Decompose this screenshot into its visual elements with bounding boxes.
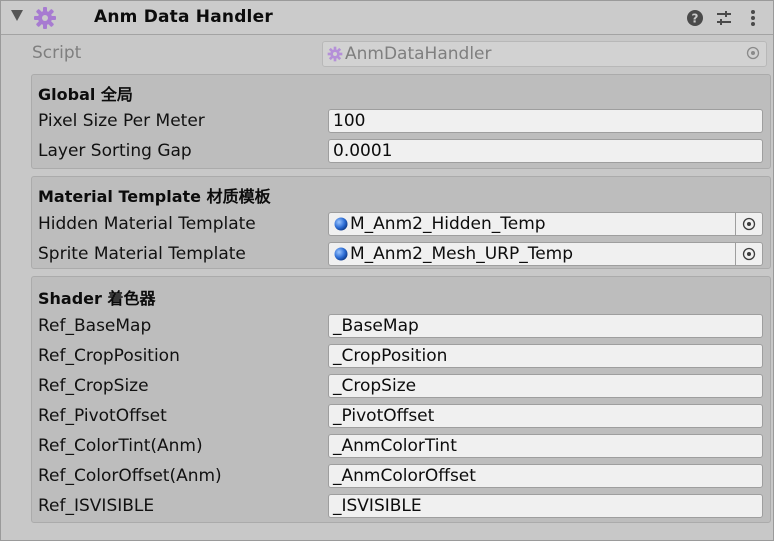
gear-icon — [34, 7, 56, 29]
script-gear-icon — [327, 46, 343, 62]
group-title-global: Global 全局 — [38, 85, 133, 104]
label-ref-cropsize: Ref_CropSize — [38, 376, 149, 396]
script-value: AnmDataHandler — [345, 44, 492, 64]
svg-text:?: ? — [692, 12, 699, 26]
label-sprite-material-template: Sprite Material Template — [38, 244, 246, 264]
label-ref-pivotoffset: Ref_PivotOffset — [38, 406, 167, 426]
group-global: Global 全局 Pixel Size Per Meter 100 Layer… — [31, 74, 771, 169]
ref-colortint-value: _AnmColorTint — [333, 436, 457, 456]
ref-pivotoffset-value: _PivotOffset — [333, 406, 435, 426]
hidden-material-picker[interactable] — [735, 213, 762, 235]
ref-coloroffset-value: _AnmColorOffset — [333, 466, 476, 486]
ref-cropposition-value: _CropPosition — [333, 346, 448, 366]
layer-sorting-gap-value: 0.0001 — [333, 141, 393, 161]
ref-colortint-field[interactable]: _AnmColorTint — [328, 434, 763, 458]
object-picker-icon — [742, 217, 756, 231]
ref-coloroffset-field[interactable]: _AnmColorOffset — [328, 464, 763, 488]
material-sphere-icon — [334, 217, 348, 231]
help-icon[interactable]: ? — [685, 8, 705, 28]
group-title-shader: Shader 着色器 — [38, 289, 156, 308]
ref-basemap-value: _BaseMap — [333, 316, 419, 336]
inspector-component: Anm Data Handler ? Script AnmDataHandler… — [0, 0, 774, 541]
hidden-material-template-value: M_Anm2_Hidden_Temp — [350, 214, 546, 234]
label-layer-sorting-gap: Layer Sorting Gap — [38, 141, 192, 161]
label-pixel-size-per-meter: Pixel Size Per Meter — [38, 111, 205, 131]
object-picker-icon — [746, 46, 760, 60]
ref-isvisible-value: _ISVISIBLE — [333, 496, 422, 516]
group-title-material: Material Template 材质模板 — [38, 187, 271, 206]
object-picker-icon — [742, 247, 756, 261]
script-label: Script — [32, 43, 82, 63]
layer-sorting-gap-field[interactable]: 0.0001 — [328, 139, 763, 163]
ref-cropposition-field[interactable]: _CropPosition — [328, 344, 763, 368]
hidden-material-template-field[interactable]: M_Anm2_Hidden_Temp — [328, 212, 763, 236]
group-shader: Shader 着色器 Ref_BaseMap _BaseMap Ref_Crop… — [31, 276, 771, 523]
label-ref-basemap: Ref_BaseMap — [38, 316, 152, 336]
label-ref-colortint: Ref_ColorTint(Anm) — [38, 436, 203, 456]
script-picker[interactable] — [740, 42, 766, 66]
ref-cropsize-field[interactable]: _CropSize — [328, 374, 763, 398]
ref-cropsize-value: _CropSize — [333, 376, 417, 396]
script-field[interactable]: AnmDataHandler — [322, 41, 767, 67]
sprite-material-picker[interactable] — [735, 243, 762, 265]
label-ref-coloroffset: Ref_ColorOffset(Anm) — [38, 466, 222, 486]
label-ref-isvisible: Ref_ISVISIBLE — [38, 496, 155, 516]
component-title: Anm Data Handler — [94, 7, 273, 27]
ref-pivotoffset-field[interactable]: _PivotOffset — [328, 404, 763, 428]
kebab-menu-icon[interactable] — [743, 8, 763, 28]
ref-basemap-field[interactable]: _BaseMap — [328, 314, 763, 338]
foldout-arrow-icon[interactable] — [11, 10, 23, 21]
sprite-material-template-value: M_Anm2_Mesh_URP_Temp — [350, 244, 574, 264]
presets-icon[interactable] — [714, 8, 734, 28]
label-ref-cropposition: Ref_CropPosition — [38, 346, 180, 366]
component-header[interactable]: Anm Data Handler ? — [1, 1, 773, 35]
script-row: Script AnmDataHandler — [1, 39, 773, 69]
label-hidden-material-template: Hidden Material Template — [38, 214, 256, 234]
material-sphere-icon — [334, 247, 348, 261]
ref-isvisible-field[interactable]: _ISVISIBLE — [328, 494, 763, 518]
group-material-template: Material Template 材质模板 Hidden Material T… — [31, 176, 771, 269]
pixel-size-per-meter-field[interactable]: 100 — [328, 109, 763, 133]
sprite-material-template-field[interactable]: M_Anm2_Mesh_URP_Temp — [328, 242, 763, 266]
pixel-size-per-meter-value: 100 — [333, 111, 366, 131]
